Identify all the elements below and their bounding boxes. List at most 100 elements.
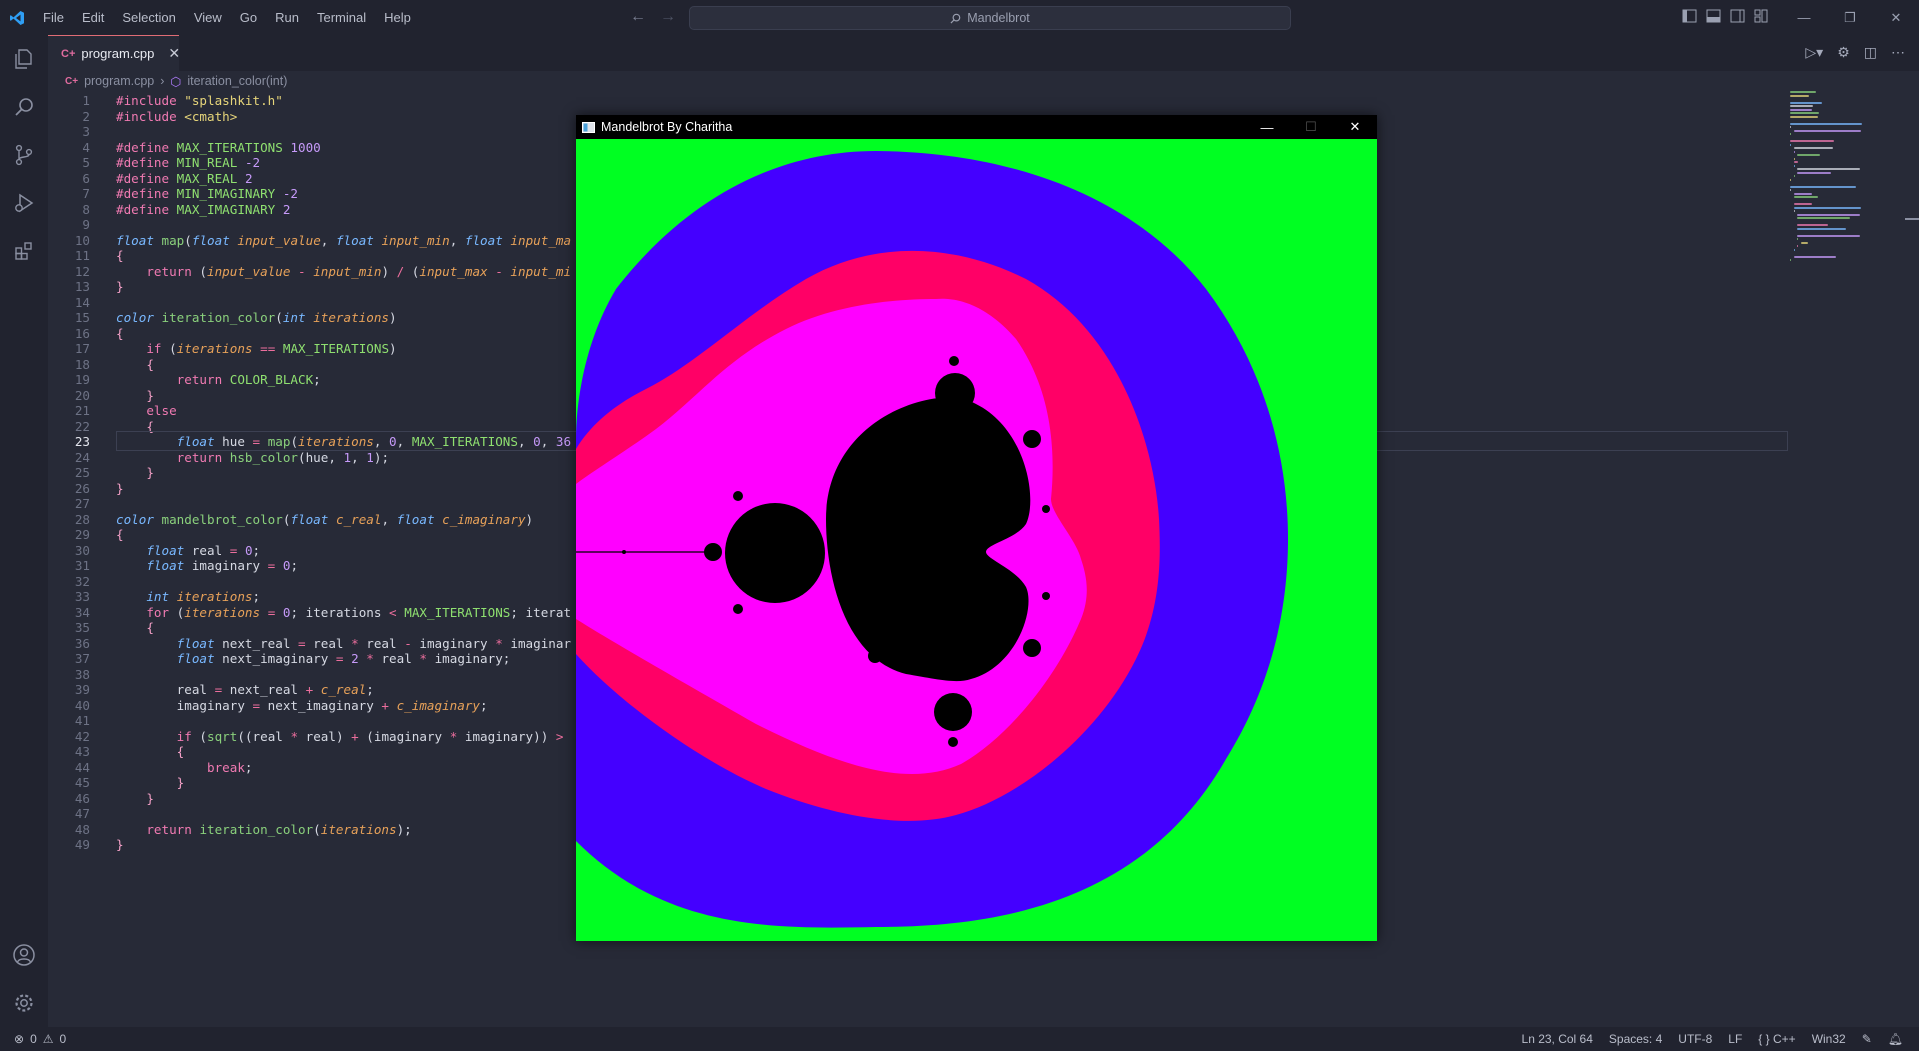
toggle-secondary-sidebar-icon[interactable] (1730, 9, 1745, 23)
line-number: 49 (74, 837, 90, 852)
minimap-line (1790, 126, 1792, 128)
more-actions-icon[interactable]: ⋯ (1891, 44, 1905, 61)
breadcrumb-symbol[interactable]: iteration_color(int) (187, 74, 287, 88)
minimap-line (1797, 238, 1799, 240)
menu-help[interactable]: Help (375, 10, 420, 25)
menu-selection[interactable]: Selection (113, 10, 184, 25)
toggle-primary-sidebar-icon[interactable] (1682, 9, 1697, 23)
run-code-icon[interactable]: ▷▾ (1805, 44, 1823, 61)
tab-label: program.cpp (81, 46, 155, 61)
minimap-line (1790, 115, 1818, 118)
minimap-line (1790, 189, 1792, 191)
menu-edit[interactable]: Edit (73, 10, 113, 25)
toggle-panel-icon[interactable] (1706, 9, 1721, 23)
customize-layout-icon[interactable] (1754, 9, 1769, 23)
mandelbrot-canvas (576, 139, 1377, 941)
end-of-line[interactable]: LF (1728, 1032, 1742, 1046)
minimize-icon[interactable]: — (1245, 115, 1289, 139)
minimap-line (1797, 234, 1860, 237)
chevron-right-icon: › (160, 74, 165, 88)
maximize-icon: ☐ (1305, 119, 1317, 134)
minimap-line (1793, 147, 1834, 149)
minimap-line (1790, 105, 1813, 107)
explorer-icon[interactable] (0, 37, 48, 81)
menu-terminal[interactable]: Terminal (308, 10, 375, 25)
minimize-icon[interactable]: — (1781, 0, 1827, 35)
mandelbrot-window-controls: — ☐ ✕ (1245, 115, 1377, 139)
run-debug-icon[interactable] (0, 181, 48, 225)
minimap-line (1800, 241, 1808, 244)
menu-bar: File Edit Selection View Go Run Terminal… (34, 10, 420, 25)
close-tab-icon[interactable]: ✕ (168, 45, 180, 62)
tab-bar: C+ program.cpp ✕ ▷▾ ⚙ ◫ ⋯ (48, 35, 1919, 71)
menu-file[interactable]: File (34, 10, 73, 25)
minimap-line (1793, 206, 1861, 209)
search-icon (950, 13, 961, 24)
notifications-bell-icon[interactable]: 🔔︎ (1888, 1032, 1903, 1046)
mandelbrot-window[interactable]: Mandelbrot By Charitha — ☐ ✕ (576, 115, 1377, 941)
feedback-icon[interactable]: ✎ (1862, 1032, 1872, 1046)
menu-view[interactable]: View (185, 10, 231, 25)
warning-count: 0 (59, 1032, 67, 1046)
minimap-line (1797, 213, 1860, 216)
minimap-line (1797, 224, 1829, 226)
minimap-line (1797, 227, 1847, 230)
forward-arrow-icon[interactable]: → (660, 8, 676, 26)
title-bar: File Edit Selection View Go Run Terminal… (0, 0, 1919, 35)
command-center-text: Mandelbrot (967, 11, 1030, 25)
minimap-line (1793, 129, 1861, 132)
indentation[interactable]: Spaces: 4 (1609, 1032, 1662, 1046)
minimap-line (1797, 168, 1860, 170)
cursor-position[interactable]: Ln 23, Col 64 (1522, 1032, 1593, 1046)
minimap-line (1790, 133, 1792, 135)
platform[interactable]: Win32 (1812, 1032, 1846, 1046)
settings-gear-icon[interactable]: ⚙ (1837, 44, 1850, 61)
back-arrow-icon[interactable]: ← (630, 8, 646, 26)
search-icon[interactable] (0, 85, 48, 129)
minimap-line (1793, 175, 1795, 177)
language-label: C++ (1773, 1032, 1796, 1046)
minimap-line (1797, 154, 1820, 156)
scrollbar-indicator[interactable] (1905, 218, 1919, 220)
minimap[interactable] (1790, 91, 1900, 321)
source-control-icon[interactable] (0, 133, 48, 177)
activity-bar (0, 35, 48, 1027)
minimap-line (1797, 171, 1831, 174)
minimap-line (1793, 150, 1795, 153)
minimap-line (1793, 196, 1818, 198)
error-icon: ⊗ (14, 1032, 25, 1046)
minimap-line (1793, 255, 1836, 258)
tab-program-cpp[interactable]: C+ program.cpp ✕ (48, 35, 180, 71)
encoding[interactable]: UTF-8 (1678, 1032, 1712, 1046)
restore-icon[interactable]: ❐ (1827, 0, 1873, 35)
menu-run[interactable]: Run (266, 10, 308, 25)
minimap-line (1790, 259, 1792, 261)
app-window-icon (582, 121, 595, 133)
menu-go[interactable]: Go (231, 10, 266, 25)
problems-indicator[interactable]: ⊗ 0 ⚠ 0 (14, 1032, 66, 1046)
extensions-icon[interactable] (0, 229, 48, 273)
breadcrumb-file[interactable]: program.cpp (84, 74, 154, 88)
settings-gear-icon[interactable] (0, 981, 48, 1025)
minimap-line (1793, 203, 1812, 205)
close-icon[interactable]: ✕ (1873, 0, 1919, 35)
minimap-line (1790, 122, 1862, 125)
account-icon[interactable] (0, 933, 48, 977)
minimap-line (1793, 161, 1799, 163)
status-bar: ⊗ 0 ⚠ 0 Ln 23, Col 64 Spaces: 4 UTF-8 LF… (0, 1027, 1919, 1051)
layout-controls (1682, 9, 1769, 23)
breadcrumb: C+ program.cpp › ⬡ iteration_color(int) (65, 71, 287, 91)
minimap-line (1793, 248, 1795, 251)
minimap-line (1793, 164, 1795, 167)
minimap-line (1790, 94, 1810, 97)
command-center-search[interactable]: Mandelbrot (689, 6, 1291, 30)
split-editor-icon[interactable]: ◫ (1864, 44, 1877, 61)
editor-actions: ▷▾ ⚙ ◫ ⋯ (1805, 44, 1905, 61)
status-right: Ln 23, Col 64 Spaces: 4 UTF-8 LF { } C++… (1522, 1032, 1903, 1046)
minimap-line (1790, 178, 1792, 181)
minimap-line (1797, 245, 1799, 247)
minimap-line (1793, 210, 1795, 212)
language-mode[interactable]: { } C++ (1758, 1032, 1795, 1046)
close-icon[interactable]: ✕ (1333, 115, 1377, 139)
mandelbrot-window-titlebar[interactable]: Mandelbrot By Charitha — ☐ ✕ (576, 115, 1377, 139)
